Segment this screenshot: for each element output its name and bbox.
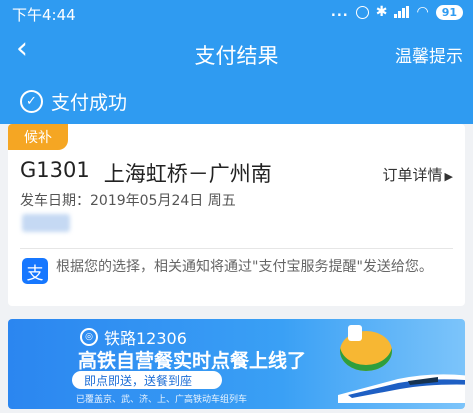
chevron-right-icon: ▶ bbox=[444, 170, 453, 183]
train-number: G1301 bbox=[20, 158, 90, 182]
ticket-route: G1301 上海虹桥－广州南 bbox=[20, 158, 272, 188]
battery-icon: 91 bbox=[435, 4, 463, 20]
route-stations: 上海虹桥－广州南 bbox=[103, 162, 272, 186]
hotspot-icon bbox=[355, 5, 369, 19]
ad-label: 广告 bbox=[434, 390, 459, 404]
signal-icon bbox=[394, 6, 410, 18]
waitlist-badge: 候补 bbox=[8, 124, 68, 150]
departure-date: 发车日期：2019年05月24日 周五 bbox=[20, 193, 236, 209]
status-bar: 下午4:44 ... ✱ ◠ 91 bbox=[0, 0, 473, 26]
ad-banner[interactable]: ◎ 铁路12306 高铁自营餐实时点餐上线了 即点即送，送餐到座 已覆盖京、武、… bbox=[8, 319, 465, 409]
order-detail-link[interactable]: 订单详情 ▶ bbox=[383, 164, 453, 185]
nav-bar: ‹ 支付结果 温馨提示 bbox=[0, 30, 473, 74]
success-text: 支付成功 bbox=[51, 92, 128, 114]
notice-row: 支 根据您的选择，相关通知将通过"支付宝服务提醒"发送给您。 bbox=[22, 258, 452, 284]
ad-subtext: 已覆盖京、武、济、上、广高铁动车组列车 bbox=[76, 395, 248, 405]
alipay-icon: 支 bbox=[22, 258, 48, 284]
check-circle-icon: ✓ bbox=[20, 90, 43, 113]
ticket-card: 候补 G1301 上海虹桥－广州南 订单详情 ▶ 发车日期：2019年05月24日… bbox=[8, 124, 465, 306]
passenger-name-redacted bbox=[22, 214, 70, 232]
status-time: 下午4:44 bbox=[12, 6, 76, 24]
status-icons: ... ✱ ◠ 91 bbox=[331, 4, 463, 20]
bluetooth-icon: ✱ bbox=[375, 4, 388, 20]
ad-pill: 即点即送，送餐到座 bbox=[72, 371, 222, 389]
railway-logo-icon: ◎ bbox=[80, 328, 98, 346]
ad-headline: 高铁自营餐实时点餐上线了 bbox=[78, 350, 307, 372]
notice-text: 根据您的选择，相关通知将通过"支付宝服务提醒"发送给您。 bbox=[56, 259, 433, 275]
more-notifications-icon: ... bbox=[330, 4, 349, 20]
tips-button[interactable]: 温馨提示 bbox=[395, 42, 463, 67]
drink-cup-icon bbox=[348, 325, 362, 341]
order-detail-label: 订单详情 bbox=[382, 166, 443, 184]
payment-success: ✓ 支付成功 bbox=[20, 88, 127, 115]
divider bbox=[20, 248, 453, 249]
wifi-icon: ◠ bbox=[416, 4, 429, 20]
